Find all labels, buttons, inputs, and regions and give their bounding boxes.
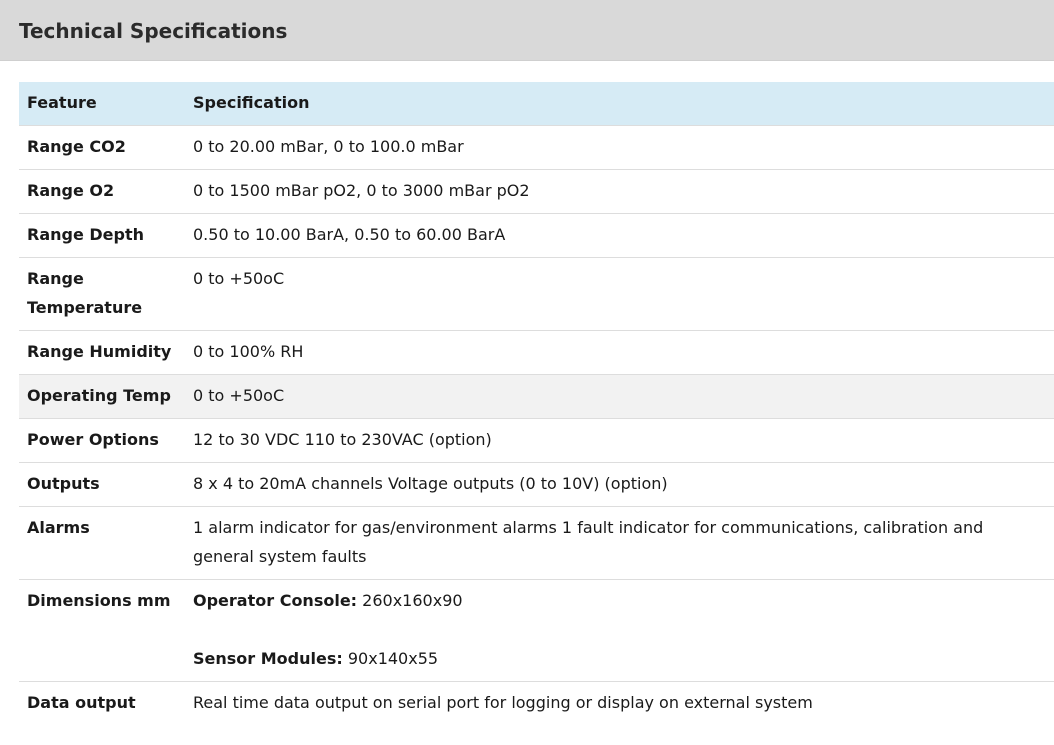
feature-cell: Range O2 xyxy=(19,169,185,214)
spec-cell: 12 to 30 VDC 110 to 230VAC (option) xyxy=(185,418,1054,463)
spec-cell: 0 to 100% RH xyxy=(185,330,1054,375)
spec-cell: 0 to +50oC xyxy=(185,374,1054,419)
dimension-value: 90x140x55 xyxy=(347,649,439,668)
feature-cell: Operating Temp xyxy=(19,374,185,419)
specifications-table: Feature Specification Range CO2 0 to 20.… xyxy=(19,82,1054,725)
spec-cell: 0 to 20.00 mBar, 0 to 100.0 mBar xyxy=(185,125,1054,170)
spec-cell: 0 to +50oC xyxy=(185,257,1054,331)
dimension-label: Sensor Modules: xyxy=(193,649,343,668)
spec-cell: 8 x 4 to 20mA channels Voltage outputs (… xyxy=(185,462,1054,507)
table-row: Dimensions mm Operator Console: 260x160x… xyxy=(19,579,1054,682)
spec-cell: 0.50 to 10.00 BarA, 0.50 to 60.00 BarA xyxy=(185,213,1054,258)
feature-cell: Dimensions mm xyxy=(19,579,185,682)
table-row: Alarms 1 alarm indicator for gas/environ… xyxy=(19,506,1054,580)
feature-cell: Alarms xyxy=(19,506,185,580)
spec-cell: Real time data output on serial port for… xyxy=(185,681,1054,725)
feature-cell: Range Temperature xyxy=(19,257,185,331)
table-row: Data output Real time data output on ser… xyxy=(19,681,1054,725)
page-title: Technical Specifications xyxy=(19,19,288,43)
feature-cell: Power Options xyxy=(19,418,185,463)
table-row: Outputs 8 x 4 to 20mA channels Voltage o… xyxy=(19,462,1054,507)
spec-cell: 0 to 1500 mBar pO2, 0 to 3000 mBar pO2 xyxy=(185,169,1054,214)
feature-cell: Range Depth xyxy=(19,213,185,258)
dimension-line: Sensor Modules: 90x140x55 xyxy=(193,644,1046,673)
spec-cell: Operator Console: 260x160x90 Sensor Modu… xyxy=(185,579,1054,682)
table-row: Range CO2 0 to 20.00 mBar, 0 to 100.0 mB… xyxy=(19,125,1054,170)
feature-cell: Range Humidity xyxy=(19,330,185,375)
dimension-label: Operator Console: xyxy=(193,591,358,610)
dimension-line: Operator Console: 260x160x90 xyxy=(193,586,1046,615)
table-row: Power Options 12 to 30 VDC 110 to 230VAC… xyxy=(19,418,1054,463)
dimension-value: 260x160x90 xyxy=(362,591,463,610)
feature-cell: Range CO2 xyxy=(19,125,185,170)
spec-cell: 1 alarm indicator for gas/environment al… xyxy=(185,506,1054,580)
column-header-feature: Feature xyxy=(19,82,185,126)
table-row: Range Temperature 0 to +50oC xyxy=(19,257,1054,331)
page-header: Technical Specifications xyxy=(0,0,1054,61)
feature-cell: Outputs xyxy=(19,462,185,507)
table-row: Range Humidity 0 to 100% RH xyxy=(19,330,1054,375)
feature-cell: Data output xyxy=(19,681,185,725)
table-header-row: Feature Specification xyxy=(19,82,1054,126)
table-row: Range O2 0 to 1500 mBar pO2, 0 to 3000 m… xyxy=(19,169,1054,214)
table-row: Range Depth 0.50 to 10.00 BarA, 0.50 to … xyxy=(19,213,1054,258)
column-header-specification: Specification xyxy=(185,82,1054,126)
table-row: Operating Temp 0 to +50oC xyxy=(19,374,1054,419)
